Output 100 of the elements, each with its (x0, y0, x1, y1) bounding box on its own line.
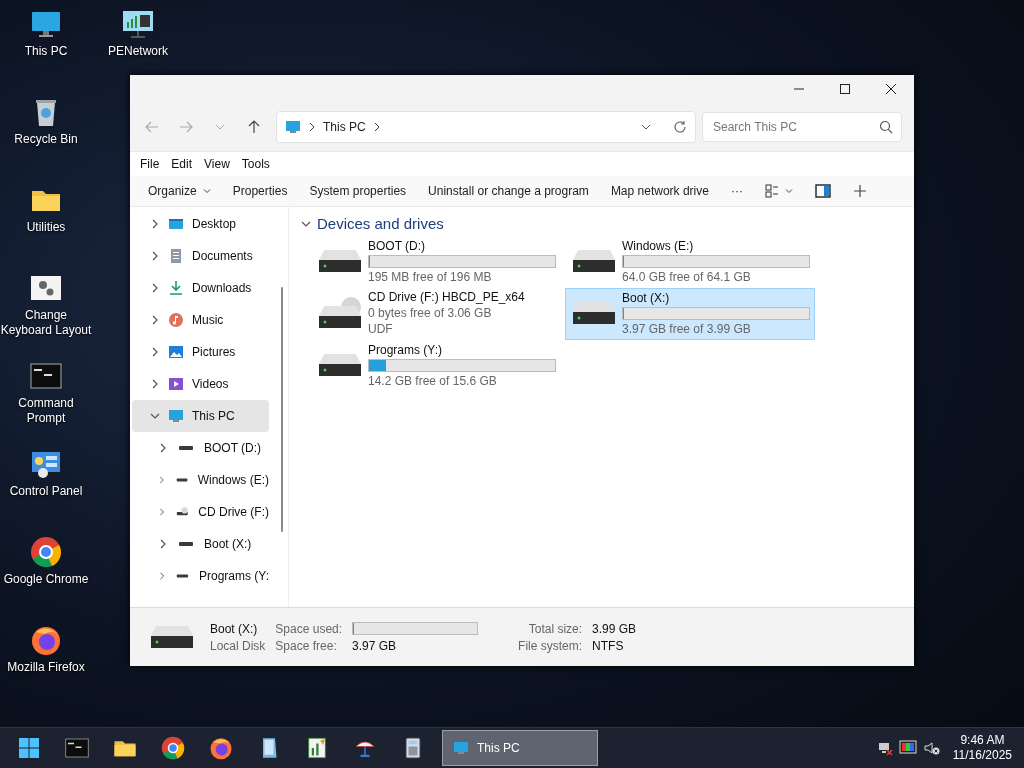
chevron-right-icon[interactable] (150, 347, 160, 357)
tree-item[interactable]: Videos (132, 368, 269, 400)
field-label: Space used: (275, 621, 343, 636)
search-box[interactable]: Search This PC (702, 112, 902, 142)
start-icon (19, 738, 39, 758)
up-arrow-icon (247, 120, 261, 134)
address-bar[interactable]: This PC (276, 111, 696, 143)
field-label: Total size: (527, 621, 583, 636)
chevron-right-icon[interactable] (150, 251, 160, 261)
menu-item[interactable]: View (198, 155, 236, 173)
shortcut-label[interactable]: Mozilla Firefox (0, 660, 92, 675)
tree-item[interactable]: Pictures (132, 336, 269, 368)
picture-icon (168, 344, 184, 360)
chevron-down-icon (215, 122, 225, 132)
chevron-right-icon[interactable] (150, 219, 160, 229)
tree-item[interactable]: Windows (E:) (132, 464, 269, 496)
details-view-icon (764, 184, 779, 198)
close-icon (886, 84, 896, 94)
shortcut-label[interactable]: Recycle Bin (0, 132, 92, 147)
search-field[interactable]: Search This PC (711, 119, 879, 135)
clock-time[interactable]: 9:46 AM (960, 733, 1005, 748)
group-header[interactable]: Devices and drives (299, 215, 904, 232)
field-label: Space free: (275, 638, 338, 653)
toolbar-button[interactable]: ··· (720, 180, 753, 202)
drive-tile[interactable]: CD Drive (F:) HBCD_PE_x64 0 bytes free of 3.06 GB UDF (311, 288, 561, 340)
tree-item[interactable]: CD Drive (F:) (132, 496, 269, 528)
download-icon (168, 280, 184, 296)
toolbar-button[interactable]: Organize (138, 180, 221, 202)
monitor-icon (453, 740, 469, 756)
drive-tile[interactable]: BOOT (D:) 195 MB free of 196 MB (311, 236, 561, 288)
tree-item[interactable]: BOOT (D:) (132, 432, 269, 464)
shortcut-label[interactable]: Command Prompt (0, 396, 92, 426)
app-icon (65, 736, 89, 760)
back-arrow-icon (145, 120, 159, 134)
shortcut-label[interactable]: Google Chrome (0, 572, 92, 587)
video-icon (168, 376, 184, 392)
display-icon[interactable] (898, 740, 917, 756)
preview-pane-icon (814, 184, 831, 198)
tree-item[interactable]: Music (132, 304, 269, 336)
shortcut-label[interactable]: Change Keyboard Layout (0, 308, 92, 338)
toolbar-button[interactable]: Uninstall or change a program (418, 180, 599, 202)
plus-icon (852, 184, 867, 198)
drive-tile[interactable]: Boot (X:) 3.97 GB free of 3.99 GB (565, 288, 815, 340)
drive-icon (318, 248, 362, 274)
chevron-right-icon[interactable] (158, 539, 168, 549)
caret-icon (202, 187, 211, 195)
caret-icon (784, 187, 793, 195)
scrollbar[interactable] (281, 287, 283, 532)
tree-item[interactable]: Desktop (132, 208, 269, 240)
field-value: NTFS (592, 638, 625, 653)
drive-tile[interactable]: Windows (E:) 64.0 GB free of 64.1 GB (565, 236, 815, 288)
taskbar-window-button[interactable]: This PC (442, 730, 598, 766)
drive-tile[interactable]: Programs (Y:) 14.2 GB free of 15.6 GB (311, 340, 561, 392)
drive-icon (318, 352, 362, 378)
desktop-shortcut-icon (122, 8, 154, 40)
drive-name: Boot (X:) (210, 621, 259, 636)
menu-item[interactable]: Edit (165, 155, 199, 173)
breadcrumb-chevron-icon (309, 123, 315, 131)
tree-item[interactable]: Programs (Y: (132, 560, 269, 592)
shortcut-label[interactable]: Utilities (0, 220, 92, 235)
chevron-right-icon[interactable] (150, 379, 160, 389)
clock-date[interactable]: 11/16/2025 (952, 748, 1012, 763)
drive-type: Local Disk (210, 638, 266, 653)
breadcrumb-chevron-icon (373, 123, 380, 131)
drive-icon (572, 248, 616, 274)
breadcrumb[interactable]: This PC (323, 120, 366, 134)
desktop-shortcut-icon (30, 360, 62, 392)
desktop-shortcut-icon (30, 624, 62, 656)
app-icon (161, 736, 185, 760)
menu-item[interactable]: File (134, 155, 166, 173)
drive-icon (150, 624, 194, 650)
chevron-right-icon[interactable] (158, 443, 168, 453)
chevron-right-icon[interactable] (158, 475, 166, 485)
cd-drive-icon (318, 296, 362, 330)
field-label: File system: (517, 638, 583, 653)
document-icon (168, 248, 184, 264)
toolbar-button[interactable]: Map network drive (600, 180, 719, 202)
refresh-icon[interactable] (673, 120, 687, 134)
tree-item[interactable]: Documents (132, 240, 269, 272)
app-icon (209, 736, 233, 760)
shortcut-label[interactable]: PENetwork (92, 44, 184, 59)
speaker-muted-icon[interactable] (922, 740, 941, 756)
toolbar-button[interactable]: System properties (299, 180, 417, 202)
toolbar-button[interactable]: Properties (222, 180, 298, 202)
forward-arrow-icon (179, 120, 193, 134)
tree-item[interactable]: Boot (X:) (132, 528, 269, 560)
chevron-right-icon[interactable] (150, 315, 160, 325)
field-value: 3.99 GB (592, 621, 637, 636)
music-icon (168, 312, 184, 328)
menu-item[interactable]: Tools (235, 155, 276, 173)
tree-item[interactable]: This PC (132, 400, 269, 432)
dropdown-icon[interactable] (641, 122, 651, 132)
chevron-down-icon[interactable] (150, 411, 160, 421)
field-value: 3.97 GB (352, 638, 398, 653)
search-icon (879, 120, 893, 134)
chevron-right-icon[interactable] (150, 283, 160, 293)
shortcut-label[interactable]: Control Panel (0, 484, 92, 499)
shortcut-label[interactable]: This PC (0, 44, 92, 59)
network-disconnected-icon[interactable] (876, 740, 893, 756)
tree-item[interactable]: Downloads (132, 272, 269, 304)
